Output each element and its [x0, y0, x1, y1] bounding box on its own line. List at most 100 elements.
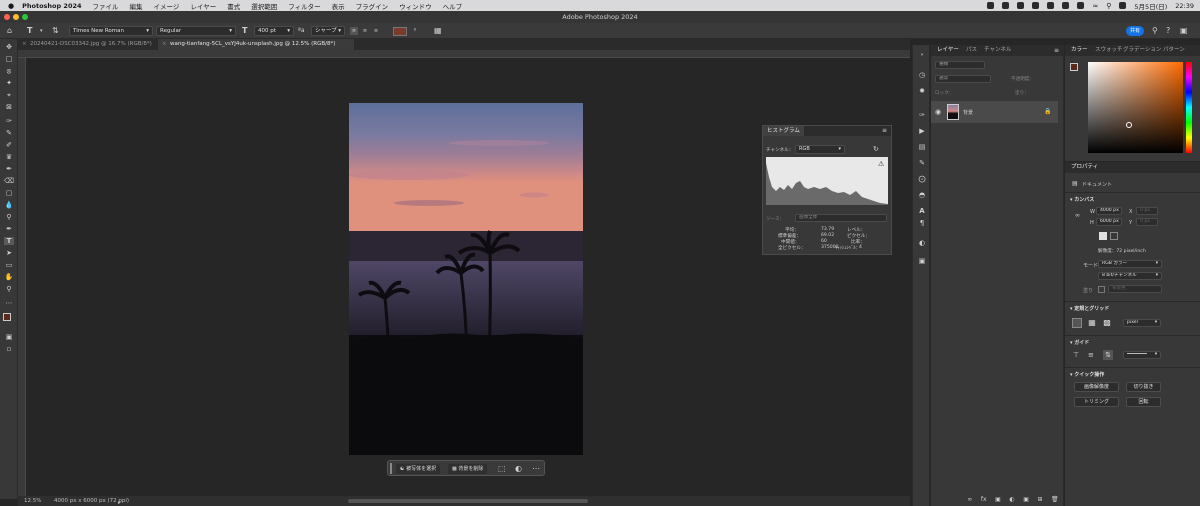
text-orientation-icon[interactable]: ⇅	[52, 27, 59, 35]
channel-select[interactable]: RGB ▾	[795, 145, 845, 154]
color-mode-select[interactable]: RGB カラー ▾	[1098, 260, 1162, 268]
select-subject-button[interactable]: ☯ 被写体を選択	[396, 464, 441, 474]
tray-app-icon[interactable]	[1077, 2, 1085, 9]
hand-tool-icon[interactable]: ✋	[4, 273, 14, 281]
workspace-icon[interactable]: ▣	[1180, 27, 1188, 35]
tab-paths[interactable]: パス	[963, 45, 980, 56]
menu-file[interactable]: ファイル	[93, 1, 119, 11]
color-wheel-icon[interactable]: ◐	[918, 239, 926, 247]
quick-mask-icon[interactable]: ▣	[4, 333, 14, 341]
horizontal-ruler[interactable]	[18, 50, 910, 58]
tab-gradients[interactable]: グラデーション	[1120, 45, 1164, 56]
search-icon[interactable]: ⚲	[1152, 27, 1158, 35]
pen-tool-icon[interactable]: ✒	[4, 225, 14, 233]
quick-actions-section[interactable]: ▾ クイック操作	[1070, 371, 1104, 378]
lasso-tool-icon[interactable]: ⦻	[4, 67, 14, 75]
info-icon[interactable]: ✎	[918, 159, 926, 167]
vertical-ruler[interactable]	[18, 58, 26, 496]
grid-toggle-icon[interactable]: ▦	[1087, 318, 1097, 328]
refresh-icon[interactable]: ↻	[873, 145, 879, 153]
guide-layout-icon[interactable]: ⊤	[1073, 351, 1079, 359]
layer-filter-select[interactable]: 種類	[935, 61, 985, 69]
tray-app-icon[interactable]	[1032, 2, 1040, 9]
remove-background-button[interactable]: ▩ 背景を削除	[448, 464, 488, 474]
font-style-select[interactable]: Regular ▾	[156, 26, 236, 36]
close-window-button[interactable]	[4, 14, 10, 20]
new-layer-icon[interactable]: ⊞	[1037, 496, 1042, 504]
character-panel-icon[interactable]: ▦	[434, 27, 442, 35]
share-button[interactable]: 共有	[1126, 26, 1144, 36]
lock-icon[interactable]: 🔒	[1044, 108, 1051, 115]
fill-select[interactable]: 背景色	[1108, 285, 1162, 293]
more-options-icon[interactable]: ⋯	[532, 465, 540, 473]
healing-brush-icon[interactable]: ✎	[4, 129, 14, 137]
path-select-icon[interactable]: ➤	[4, 249, 14, 257]
image-size-button[interactable]: 画像解像度	[1074, 382, 1119, 392]
menu-filter[interactable]: フィルター	[288, 1, 320, 11]
history-icon[interactable]: ◷	[918, 71, 926, 79]
zoom-window-button[interactable]	[22, 14, 28, 20]
gradient-tool-icon[interactable]: ▢	[4, 189, 14, 197]
menu-type[interactable]: 書式	[227, 1, 240, 11]
screen-mode-icon[interactable]: ▫	[4, 345, 14, 353]
bit-depth-select[interactable]: 8 bit/チャンネル ▾	[1098, 272, 1162, 280]
foreground-color-swatch[interactable]	[1070, 63, 1078, 71]
color-picker-cursor[interactable]	[1126, 122, 1132, 128]
history-brush-icon[interactable]: ✒	[4, 165, 14, 173]
menu-app[interactable]: Photoshop 2024	[22, 2, 81, 10]
search-icon[interactable]: ⚲	[1106, 2, 1111, 10]
group-icon[interactable]: ▣	[1023, 496, 1029, 504]
horizontal-scrollbar[interactable]	[348, 499, 588, 503]
trash-icon[interactable]: 🗑	[1051, 496, 1059, 504]
chevron-down-icon[interactable]: ▾	[40, 27, 43, 35]
tray-app-icon[interactable]	[1062, 2, 1070, 9]
layer-row[interactable]: ◉ 背景 🔒	[931, 101, 1058, 123]
guide-lock-icon[interactable]: ⇅	[1103, 350, 1113, 360]
tab-properties[interactable]: プロパティ	[1068, 162, 1101, 173]
align-right-icon[interactable]: ≡	[372, 27, 380, 35]
height-input[interactable]: 6000 px	[1096, 218, 1122, 226]
stamp-tool-icon[interactable]: ♛	[4, 153, 14, 161]
x-input[interactable]: 0 px	[1136, 207, 1158, 215]
menu-help[interactable]: ヘルプ	[443, 1, 463, 11]
pixel-grid-icon[interactable]: ▩	[1102, 318, 1112, 328]
guide-style-select[interactable]: ▾	[1123, 351, 1161, 359]
menu-window[interactable]: ウィンドウ	[399, 1, 432, 11]
align-left-icon[interactable]: ≡	[350, 27, 358, 35]
eyedropper-icon[interactable]: ✑	[4, 117, 14, 125]
menu-view[interactable]: 表示	[332, 1, 345, 11]
actions-icon[interactable]: ▶	[918, 127, 926, 135]
crop-tool-icon[interactable]: ⌖	[4, 91, 14, 99]
move-tool-icon[interactable]: ✥	[4, 43, 14, 51]
ruler-toggle-icon[interactable]	[1072, 318, 1082, 328]
brush-tool-icon[interactable]: ✐	[4, 141, 14, 149]
paths-icon[interactable]: ◓	[918, 191, 926, 199]
type-tool-preset-icon[interactable]: T	[27, 27, 32, 35]
tab-channels[interactable]: チャンネル	[981, 45, 1014, 56]
font-size-select[interactable]: 400 pt ▾	[254, 26, 294, 36]
help-icon[interactable]: ?	[1166, 27, 1170, 35]
chevron-right-icon[interactable]: ▸	[118, 498, 124, 506]
clone-source-icon[interactable]: ⨀	[918, 175, 926, 183]
menubar-time[interactable]: 22:39	[1175, 2, 1194, 10]
portrait-orientation-icon[interactable]	[1099, 232, 1107, 240]
menu-edit[interactable]: 編集	[130, 1, 143, 11]
type-tool-icon[interactable]: T	[4, 237, 14, 245]
guides-section[interactable]: ▾ ガイド	[1070, 339, 1089, 346]
tray-app-icon[interactable]	[1047, 2, 1055, 9]
foreground-color-swatch[interactable]	[3, 313, 11, 321]
menu-plugins[interactable]: プラグイン	[356, 1, 389, 11]
frame-tool-icon[interactable]: ⊠	[4, 103, 14, 111]
fx-icon[interactable]: fx	[981, 496, 987, 504]
menu-icon[interactable]: ≡	[1054, 47, 1059, 54]
control-center-icon[interactable]	[1119, 2, 1127, 9]
visibility-eye-icon[interactable]: ◉	[935, 108, 941, 116]
adjustments-icon[interactable]: ✹	[918, 87, 926, 95]
color-picker-field[interactable]	[1088, 62, 1183, 153]
canvas-section[interactable]: ▾ カンバス	[1070, 196, 1094, 203]
tab-patterns[interactable]: パターン	[1160, 45, 1188, 56]
menubar-date[interactable]: 5月5日(日)	[1134, 1, 1167, 11]
minimize-window-button[interactable]	[13, 14, 19, 20]
y-input[interactable]: 0 px	[1136, 218, 1158, 226]
zoom-level[interactable]: 12.5%	[24, 496, 41, 506]
